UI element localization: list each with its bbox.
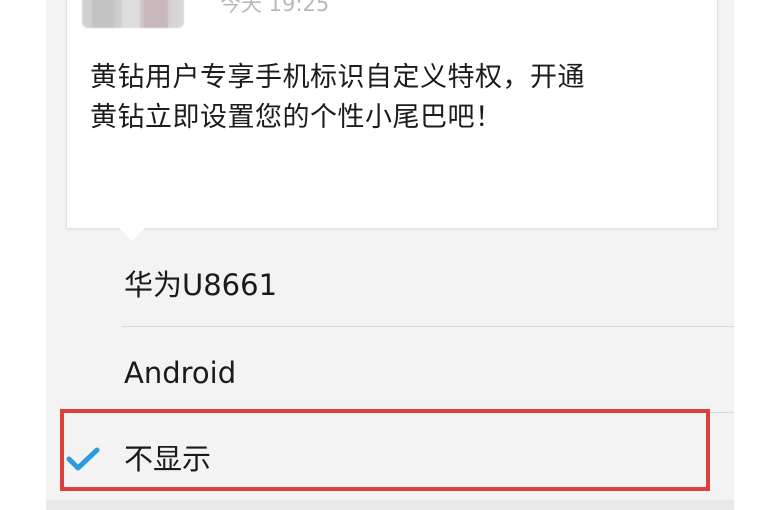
phone-screen: 今天 19:25 黄钻用户专享手机标识自定义特权，开通 黄钻立即设置您的个性小尾… xyxy=(0,0,768,510)
message-line: 黄钻立即设置您的个性小尾巴吧！ xyxy=(90,102,503,133)
option-huawei[interactable]: 华为U8661 xyxy=(46,244,734,330)
message-line: 黄钻用户专享手机标识自定义特权，开通 xyxy=(90,62,585,93)
check-icon xyxy=(66,447,100,471)
message-text: 黄钻用户专享手机标识自定义特权，开通 黄钻立即设置您的个性小尾巴吧！ xyxy=(90,58,690,138)
bottom-edge xyxy=(46,500,734,510)
divider xyxy=(122,412,734,413)
message-timestamp: 今天 19:25 xyxy=(220,0,330,16)
option-android[interactable]: Android xyxy=(46,330,734,416)
divider xyxy=(122,326,734,327)
option-label: 不显示 xyxy=(124,442,212,476)
option-label: 华为U8661 xyxy=(124,268,278,302)
option-label: Android xyxy=(124,356,237,390)
card-pointer xyxy=(118,227,146,241)
option-hide[interactable]: 不显示 xyxy=(46,416,734,502)
device-option-list: 华为U8661 Android 不显示 xyxy=(46,244,734,510)
avatar xyxy=(82,0,184,28)
